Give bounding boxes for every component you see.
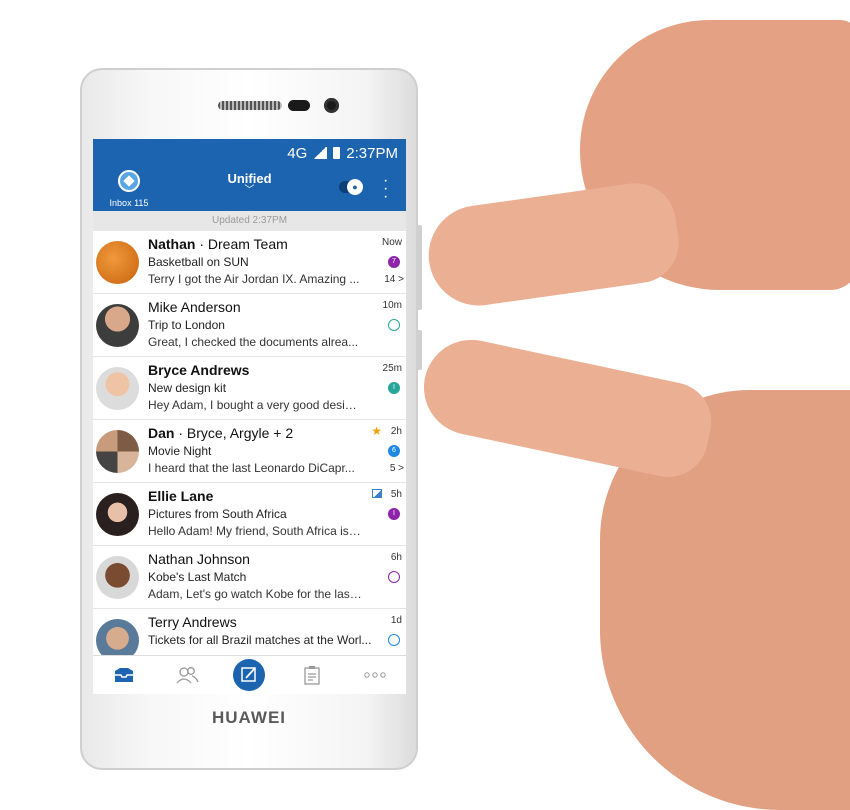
status-dot-icon: I <box>388 382 400 394</box>
timestamp: 1d <box>390 615 402 626</box>
earpiece-speaker <box>218 101 282 110</box>
upper-finger <box>422 178 684 312</box>
person-icon: ● <box>347 179 363 195</box>
sync-status: Updated 2:37PM <box>93 211 406 231</box>
overflow-menu-icon[interactable]: · · · <box>383 173 388 205</box>
compose-icon <box>233 659 266 691</box>
message-row[interactable]: Mike Anderson Trip to London Great, I ch… <box>93 294 406 357</box>
volume-button[interactable] <box>416 225 422 310</box>
subject: Movie Night <box>148 444 212 458</box>
people-icon <box>176 667 199 684</box>
signal-icon <box>313 147 328 159</box>
inbox-icon <box>115 668 134 682</box>
battery-icon <box>333 147 341 159</box>
chevron-down-icon: ﹀ <box>244 185 255 196</box>
sender-name: Bryce Andrews <box>148 362 250 378</box>
status-dot-icon: I <box>388 508 400 520</box>
message-row[interactable]: Ellie Lane Pictures from South Africa He… <box>93 483 406 546</box>
preview: Hello Adam! My friend, South Africa is i… <box>148 524 363 538</box>
more-icon <box>363 672 386 678</box>
thread-count: 5 > <box>389 463 404 474</box>
status-ring-icon <box>388 319 400 331</box>
brand-logo: HUAWEI <box>212 708 286 727</box>
preview: Adam, Let's go watch Kobe for the last t… <box>148 587 363 601</box>
avatar-group <box>96 430 139 473</box>
status-bar: 4G 2:37PM <box>93 139 406 167</box>
subject: Trip to London <box>148 318 225 332</box>
subject: New design kit <box>148 381 227 395</box>
sender-name: Nathan <box>148 236 196 252</box>
unread-badge: 6 <box>388 445 400 457</box>
subject: Tickets for all Brazil matches at the Wo… <box>148 633 372 647</box>
focus-toggle[interactable]: ● <box>339 179 363 195</box>
page-title: Unified <box>227 171 272 186</box>
status-ring-icon <box>388 634 400 646</box>
app-bar: Inbox 115 Unified ﹀ ● · · · <box>93 167 406 211</box>
status-ring-icon <box>388 571 400 583</box>
inbox-box-icon <box>118 170 140 192</box>
preview: Terry I got the Air Jordan IX. Amazing .… <box>148 272 360 286</box>
sender-name: Terry Andrews <box>148 614 237 630</box>
tab-people[interactable] <box>167 657 207 693</box>
inbox-switcher-button[interactable]: Inbox 115 <box>99 170 159 210</box>
timestamp: 10m <box>382 300 402 311</box>
avatar-basketball <box>96 241 139 284</box>
avatar-mike <box>96 304 139 347</box>
sender-name: Ellie Lane <box>148 488 214 504</box>
clipboard-icon <box>304 666 320 685</box>
message-row[interactable]: Nathan · Dream Team Basketball on SUN Te… <box>93 231 406 294</box>
subject: Kobe's Last Match <box>148 570 247 584</box>
timestamp: 6h <box>390 552 402 563</box>
group-name: Dream Team <box>207 236 288 252</box>
subject: Basketball on SUN <box>148 255 249 269</box>
timestamp: 5h <box>390 489 402 500</box>
timestamp: 25m <box>382 363 402 374</box>
power-button[interactable] <box>416 330 422 370</box>
image-attachment-icon <box>372 489 382 498</box>
avatar-nathan-johnson <box>96 556 139 599</box>
tab-tasks[interactable] <box>292 657 332 693</box>
tab-more[interactable] <box>355 657 395 693</box>
sender-name: Nathan Johnson <box>148 551 250 567</box>
star-icon: ★ <box>371 424 382 438</box>
account-selector[interactable]: Unified ﹀ <box>193 171 306 196</box>
clock: 2:37PM <box>346 144 398 162</box>
avatar-ellie <box>96 493 139 536</box>
subject: Pictures from South Africa <box>148 507 287 521</box>
thread-count: 14 > <box>384 274 404 285</box>
timestamp: Now <box>381 237 402 248</box>
message-row[interactable]: Nathan Johnson Kobe's Last Match Adam, L… <box>93 546 406 609</box>
bottom-tab-bar <box>93 655 406 694</box>
network-label: 4G <box>287 144 308 162</box>
preview: Great, I checked the documents alrea... <box>148 335 359 349</box>
timestamp: 2h <box>390 426 402 437</box>
preview: Hey Adam, I bought a very good design... <box>148 398 363 412</box>
sender-name: Dan <box>148 425 175 441</box>
tab-inbox[interactable] <box>104 657 144 693</box>
front-camera <box>324 98 339 113</box>
unread-badge: 7 <box>388 256 400 268</box>
inbox-label: Inbox <box>109 198 132 208</box>
inbox-count: 115 <box>134 198 149 208</box>
proximity-sensor <box>288 100 310 111</box>
lower-finger <box>415 331 719 485</box>
sender-name: Mike Anderson <box>148 299 241 315</box>
tab-compose[interactable] <box>229 657 269 693</box>
preview: I heard that the last Leonardo DiCapr... <box>148 461 355 475</box>
group-name: Bryce, Argyle + 2 <box>186 425 294 441</box>
message-row[interactable]: Bryce Andrews New design kit Hey Adam, I… <box>93 357 406 420</box>
phone-screen: 4G 2:37PM Inbox 115 Unified ﹀ ● · · · Upda… <box>93 139 406 694</box>
message-row[interactable]: Dan · Bryce, Argyle + 2 Movie Night I he… <box>93 420 406 483</box>
avatar-bryce <box>96 367 139 410</box>
